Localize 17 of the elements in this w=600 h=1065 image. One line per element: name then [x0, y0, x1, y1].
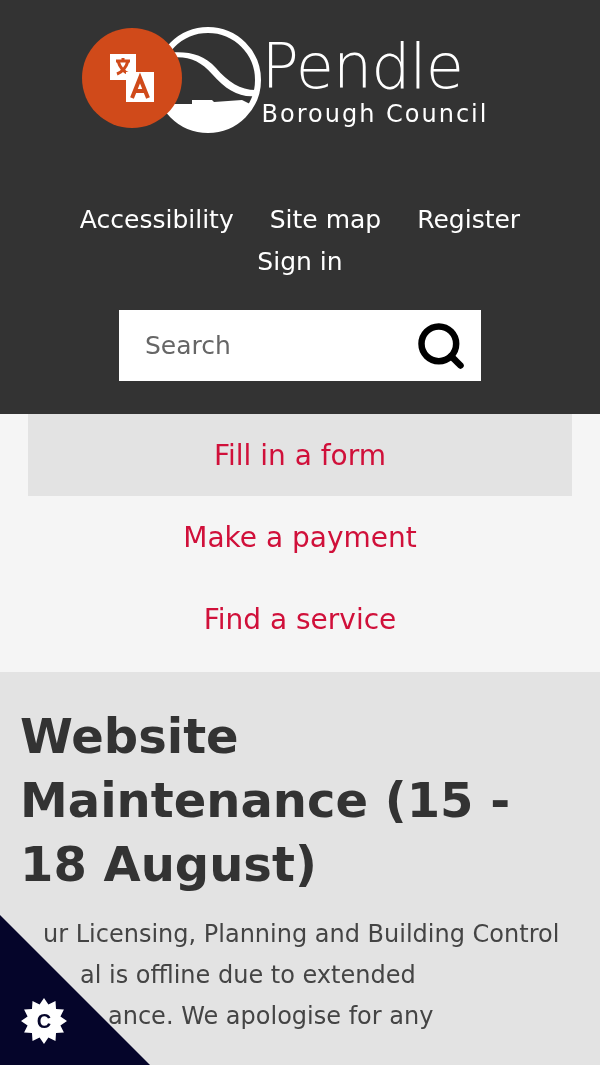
logo-title: Pendle — [261, 32, 464, 102]
search-button[interactable] — [411, 310, 481, 381]
nav-link[interactable]: Sign in — [257, 244, 343, 280]
search-field[interactable]: Search — [119, 310, 411, 381]
notice-text-line: al is offline due to extended — [80, 960, 416, 991]
quick-link[interactable]: Make a payment — [28, 496, 572, 578]
nav-link[interactable]: Accessibility — [79, 202, 234, 238]
quick-link[interactable]: Fill in a form — [28, 414, 572, 496]
cookie-settings-button[interactable]: C — [21, 998, 67, 1044]
nav-link[interactable]: Site map — [269, 202, 382, 238]
starburst-icon — [21, 998, 67, 1044]
notice-text-line: ur Licensing, Planning and Building Control — [43, 919, 560, 950]
notice-text-line: ance. We apologise for any — [108, 1001, 434, 1032]
nav-link[interactable]: Register — [417, 202, 521, 238]
notice-title: Website Maintenance (15 - 18 August) — [20, 707, 512, 894]
logo-subtitle: Borough Council — [261, 100, 489, 128]
quick-link[interactable]: Find a service — [28, 578, 572, 660]
